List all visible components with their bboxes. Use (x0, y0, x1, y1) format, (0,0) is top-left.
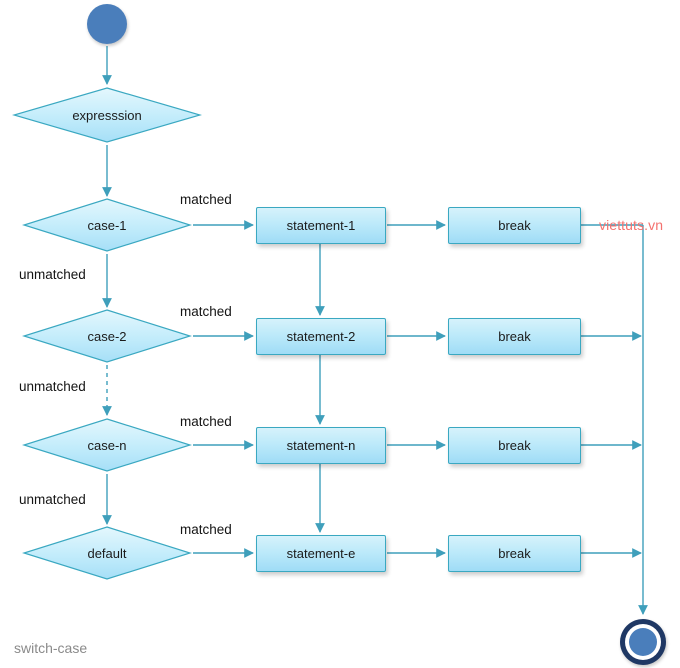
edge-label-unmatched-1: unmatched (19, 267, 86, 282)
edge-label-unmatched-2: unmatched (19, 379, 86, 394)
decision-default[interactable]: default (22, 525, 192, 581)
process-break-e[interactable]: break (448, 535, 581, 572)
process-break-1[interactable]: break (448, 207, 581, 244)
process-break-n[interactable]: break (448, 427, 581, 464)
decision-case-n[interactable]: case-n (22, 417, 192, 473)
process-statement-1[interactable]: statement-1 (256, 207, 386, 244)
process-statement-1-label: statement-1 (286, 218, 356, 233)
decision-case-1-label: case-1 (87, 217, 127, 233)
edge-label-matched-1: matched (180, 192, 232, 207)
diagram-caption: switch-case (14, 640, 88, 656)
process-break-n-label: break (498, 438, 531, 453)
end-node-icon (620, 619, 666, 665)
decision-case-2[interactable]: case-2 (22, 308, 192, 364)
process-statement-e[interactable]: statement-e (256, 535, 386, 572)
end-node-core (629, 628, 657, 656)
process-statement-2[interactable]: statement-2 (256, 318, 386, 355)
process-break-e-label: break (498, 546, 531, 561)
site-watermark: viettuts.vn (599, 217, 664, 233)
edge-label-matched-n: matched (180, 414, 232, 429)
decision-default-label: default (87, 545, 127, 561)
decision-expression-label: expresssion (72, 107, 142, 123)
end-node-ring (625, 624, 661, 660)
process-statement-2-label: statement-2 (286, 329, 356, 344)
process-statement-n-label: statement-n (286, 438, 356, 453)
process-statement-e-label: statement-e (286, 546, 356, 561)
decision-expression[interactable]: expresssion (12, 86, 202, 144)
edge-label-matched-e: matched (180, 522, 232, 537)
process-statement-n[interactable]: statement-n (256, 427, 386, 464)
process-break-2-label: break (498, 329, 531, 344)
decision-case-2-label: case-2 (87, 328, 127, 344)
flowchart-canvas: expresssion case-1 case-2 case-n default… (0, 0, 680, 668)
edge-label-unmatched-n: unmatched (19, 492, 86, 507)
start-node-icon (87, 4, 127, 44)
process-break-1-label: break (498, 218, 531, 233)
decision-case-1[interactable]: case-1 (22, 197, 192, 253)
process-break-2[interactable]: break (448, 318, 581, 355)
decision-case-n-label: case-n (87, 437, 127, 453)
edge-label-matched-2: matched (180, 304, 232, 319)
